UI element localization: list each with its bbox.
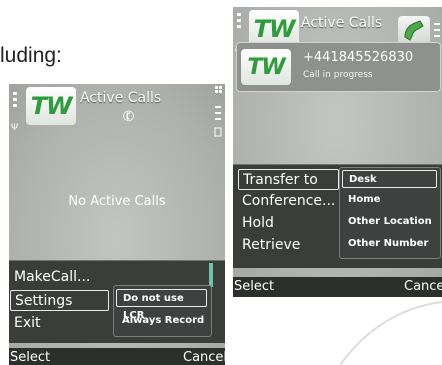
submenu-home[interactable]: Home (342, 191, 437, 209)
transfer-submenu: Desk Home Other Location Other Number (339, 167, 441, 259)
menu-item-exit[interactable]: Exit (10, 313, 108, 334)
call-number: +441845526830 (303, 50, 414, 65)
call-status: Call in progress (303, 70, 373, 80)
softkey-bar: Select Cancel (9, 348, 225, 365)
svg-text:Ψ: Ψ (11, 123, 18, 132)
active-call-card[interactable]: TW +441845526830 Call in progress (236, 42, 441, 92)
submenu-other-location[interactable]: Other Location (342, 213, 437, 231)
call-logo: TW (241, 49, 291, 85)
page-caption: luding: (0, 44, 62, 67)
menu-item-hold[interactable]: Hold (238, 213, 339, 234)
screen-title: Active Calls (301, 15, 383, 31)
submenu-always-record[interactable]: Always Record (116, 312, 207, 330)
softkey-select[interactable]: Select (234, 279, 274, 294)
settings-submenu: Do not use LCR Always Record (113, 285, 212, 337)
battery-icon (213, 86, 223, 149)
empty-message: No Active Calls (68, 194, 166, 209)
softkey-select[interactable]: Select (10, 350, 50, 365)
screen-title: Active Calls (80, 90, 162, 106)
menu-item-transfer-to[interactable]: Transfer to (238, 169, 339, 190)
submenu-other-number[interactable]: Other Number (342, 235, 437, 253)
app-logo: TW (26, 87, 76, 125)
submenu-desk[interactable]: Desk (342, 170, 437, 188)
phone-screen-idle: Ψ TW Active Calls ✆ No Active Calls Make… (9, 84, 225, 365)
softkey-cancel[interactable]: Cancel (183, 350, 225, 365)
phone-screen-call: Ψ TW Active Calls ✆ TW +441845526830 Cal… (233, 7, 442, 297)
decorative-arc (340, 301, 442, 365)
scroll-indicator[interactable] (209, 263, 213, 287)
logo-text: TW (253, 14, 296, 43)
softkey-cancel[interactable]: Cance (404, 279, 442, 294)
handset-icon: ✆ (120, 107, 138, 127)
menu-item-retrieve[interactable]: Retrieve (238, 235, 339, 256)
menu-item-conference[interactable]: Conference... (238, 191, 339, 212)
menu-item-settings[interactable]: Settings (10, 290, 109, 311)
call-logo-text: TW (247, 54, 285, 80)
softkey-bar: Select Cance (233, 277, 442, 297)
submenu-do-not-use-lcr[interactable]: Do not use LCR (116, 289, 207, 321)
signal-icon: Ψ (11, 92, 19, 135)
menu-item-makecall[interactable]: MakeCall... (10, 267, 108, 288)
logo-text: TW (30, 92, 73, 120)
